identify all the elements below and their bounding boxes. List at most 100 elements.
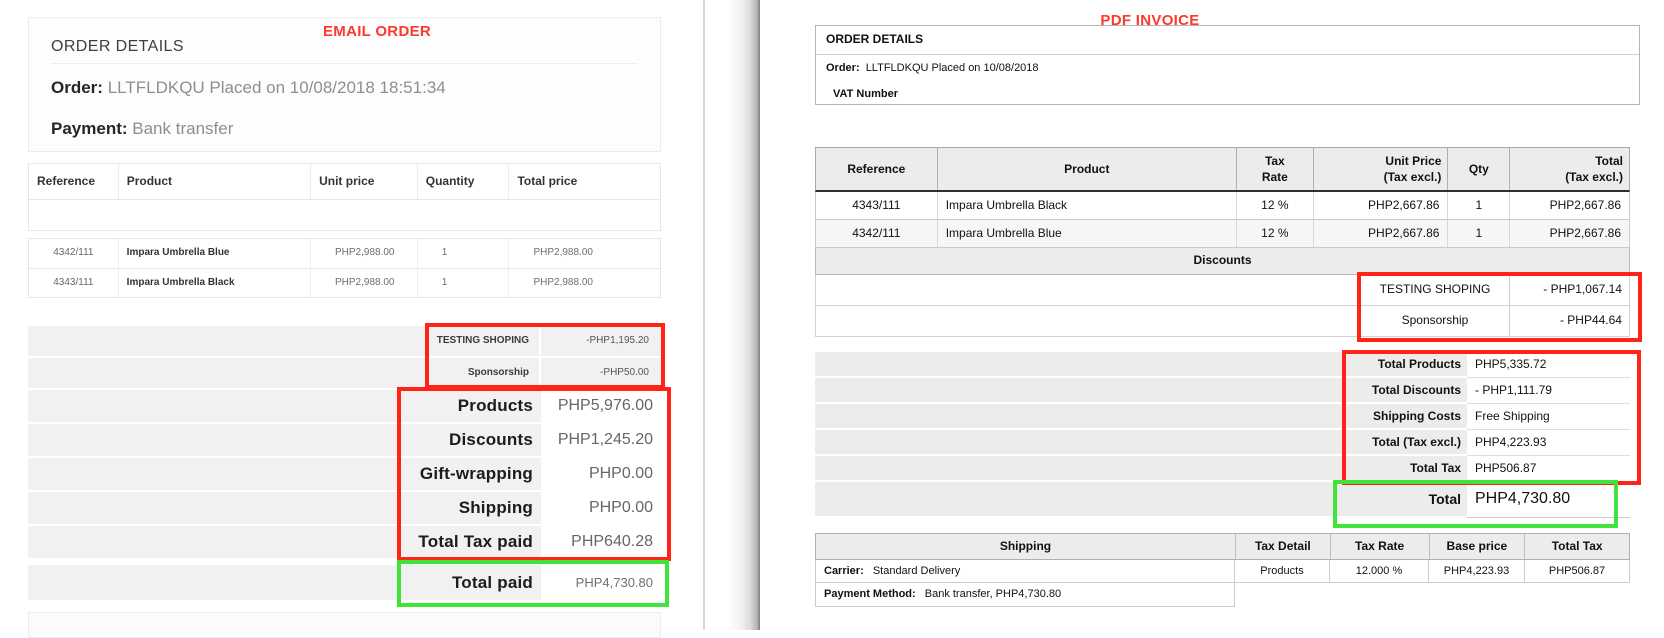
total-label: Gift-wrapping (399, 458, 541, 490)
pdf-order-details-box: ORDER DETAILS Order: LLTFLDKQU Placed on… (815, 25, 1640, 105)
email-order-details-title: ORDER DETAILS (51, 38, 184, 55)
spacer (28, 565, 399, 600)
grand-total-label: Total (1345, 482, 1467, 518)
total-price-cell: PHP2,988.00 (508, 269, 660, 297)
reference-cell: 4342/111 (53, 247, 94, 258)
email-product-rows: 4342/111 Impara Umbrella Blue PHP2,988.0… (28, 238, 661, 298)
email-footer-box (28, 612, 661, 638)
total-value: PHP0.00 (541, 492, 661, 524)
column-header: Product (117, 164, 310, 199)
qty-cell: 1 (1447, 220, 1509, 247)
shipping-table-header: Shipping Tax Detail Tax Rate Base price … (815, 533, 1630, 560)
column-header: Quantity (416, 164, 509, 199)
header-line: Total (1595, 153, 1623, 168)
product-cell: Impara Umbrella Blue (117, 239, 310, 268)
discount-label: Sponsorship (1359, 306, 1510, 336)
discount-value: -PHP1,195.20 (539, 326, 659, 356)
discount-value: - PHP1,067.14 (1509, 275, 1629, 305)
spacer (28, 492, 399, 524)
total-tax-cell: PHP506.87 (1525, 560, 1630, 583)
table-row: 4342/111 Impara Umbrella Blue PHP2,988.0… (29, 239, 660, 268)
email-payment-line: Payment: Bank transfer (51, 119, 233, 139)
email-order-annotation: EMAIL ORDER (322, 23, 432, 40)
payment-method-row: Payment Method: Bank transfer, PHP4,730.… (815, 583, 1235, 607)
qty-cell: 1 (1447, 192, 1509, 219)
payment-method-label: Payment Method: (824, 588, 916, 600)
email-order-page: EMAIL ORDER ORDER DETAILS Order: LLTFLDK… (0, 0, 703, 638)
unit-price-cell: PHP2,988.00 (310, 269, 417, 297)
order-label: Order: (826, 62, 860, 74)
total-label: Shipping (399, 492, 541, 524)
discount-label: TESTING SHOPING (1359, 275, 1510, 305)
column-header: Reference (37, 174, 96, 188)
page-seam-shadow (703, 0, 760, 630)
header-line: (Tax excl.) (1565, 170, 1623, 184)
payment-value: Bank transfer (132, 119, 234, 138)
order-value: LLTFLDKQU Placed on 10/08/2018 18:51:34 (107, 78, 446, 97)
unit-price-cell: PHP2,667.86 (1312, 220, 1448, 247)
table-row: 4343/111 Impara Umbrella Black PHP2,988.… (29, 268, 660, 297)
total-price-cell: PHP2,988.00 (508, 239, 660, 268)
total-value: PHP1,245.20 (541, 424, 661, 456)
totals-row: Total Products PHP5,335.72 (815, 352, 1630, 378)
totals-row: Total Discounts - PHP1,111.79 (815, 378, 1630, 404)
reference-cell: 4342/111 (852, 226, 901, 240)
totals-row: Gift-wrapping PHP0.00 (28, 458, 661, 492)
pdf-invoice-page: PDF INVOICE ORDER DETAILS Order: LLTFLDK… (760, 0, 1664, 630)
totals-row: Discounts PHP1,245.20 (28, 424, 661, 458)
unit-price-cell: PHP2,988.00 (310, 239, 417, 268)
column-header: Reference (816, 148, 937, 190)
total-paid-row: Total paid PHP4,730.80 (28, 565, 661, 602)
carrier-value: Standard Delivery (872, 565, 961, 577)
product-cell: Impara Umbrella Blue (936, 220, 1236, 247)
total-cell: PHP2,667.86 (1509, 220, 1629, 247)
spacer (815, 404, 1345, 430)
header-line: Qty (1468, 161, 1489, 176)
total-value: - PHP1,111.79 (1467, 378, 1630, 404)
total-paid-label: Total paid (399, 565, 541, 600)
totals-row: Shipping Costs Free Shipping (815, 404, 1630, 430)
total-label: Discounts (399, 424, 541, 456)
spacer (815, 378, 1345, 404)
discounts-section-header: Discounts (815, 248, 1630, 275)
spacer (28, 424, 399, 456)
totals-row: Total Tax paid PHP640.28 (28, 526, 661, 560)
column-header: Unit Price (Tax excl.) (1312, 148, 1448, 190)
header-line: (Tax excl.) (1383, 170, 1442, 184)
tax-rate-cell: 12.000 % (1330, 560, 1429, 583)
vat-number-label: VAT Number (833, 88, 898, 100)
pdf-table-header: Reference Product Tax Rate Unit Price (T… (815, 147, 1630, 192)
discount-value: -PHP50.00 (539, 358, 659, 388)
grand-total-value: PHP4,730.80 (1467, 482, 1630, 518)
column-header: Total (Tax excl.) (1509, 148, 1629, 190)
column-header: Product (936, 148, 1236, 190)
spacer (815, 430, 1345, 456)
column-header: Total Tax (1524, 534, 1629, 559)
discount-row: TESTING SHOPING - PHP1,067.14 (815, 275, 1630, 306)
tax-rate-cell: 12 % (1235, 192, 1313, 219)
pdf-order-line: Order: LLTFLDKQU Placed on 10/08/2018 (826, 62, 1039, 74)
totals-row: Shipping PHP0.00 (28, 492, 661, 526)
header-line: Unit Price (1385, 153, 1442, 168)
header-line: Product (1064, 161, 1110, 176)
total-value: PHP4,223.93 (1467, 430, 1630, 456)
discount-row: Sponsorship - PHP44.64 (815, 306, 1630, 337)
divider (51, 63, 638, 64)
payment-method-value: Bank transfer, PHP4,730.80 (924, 588, 1062, 600)
total-paid-value: PHP4,730.80 (541, 565, 661, 600)
spacer (815, 482, 1345, 518)
column-header: Tax Rate (1329, 534, 1429, 559)
total-label: Total Tax (1345, 456, 1467, 482)
quantity-cell: 1 (416, 269, 509, 297)
spacer (28, 526, 399, 558)
header-line: Reference (847, 161, 906, 176)
discount-value: - PHP44.64 (1509, 306, 1629, 336)
total-label: Total Products (1345, 352, 1467, 378)
total-label: Shipping Costs (1345, 404, 1467, 430)
unit-price-cell: PHP2,667.86 (1312, 192, 1448, 219)
grand-total-row: Total PHP4,730.80 (815, 482, 1630, 518)
total-label: Total (Tax excl.) (1345, 430, 1467, 456)
carrier-label: Carrier: (824, 565, 864, 577)
total-value: Free Shipping (1467, 404, 1630, 430)
